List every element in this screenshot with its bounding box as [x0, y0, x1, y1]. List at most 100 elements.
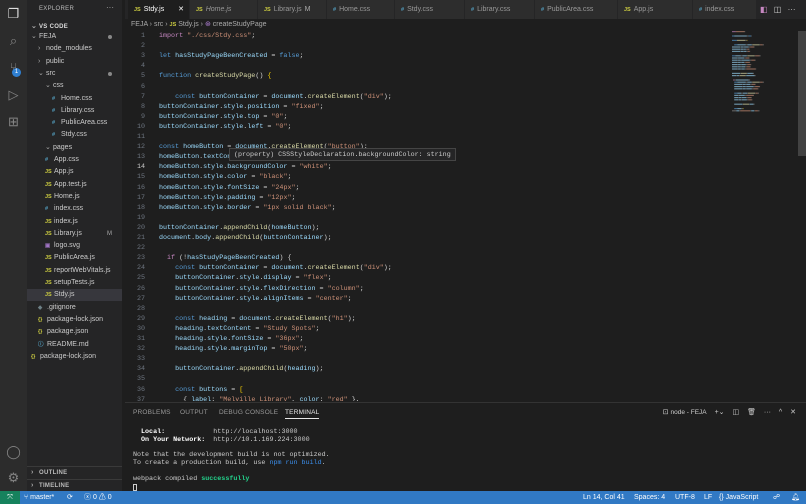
tree-item[interactable]: JSApp.js	[27, 166, 122, 178]
code-line[interactable]: const buttons = [	[159, 385, 243, 395]
code-line[interactable]: const buttonContainer = document.createE…	[159, 263, 392, 273]
code-line[interactable]: heading.style.fontSize = "36px";	[159, 334, 304, 344]
code-line[interactable]: buttonContainer.style.flexDirection = "c…	[159, 284, 364, 294]
new-terminal-icon[interactable]: +⌄	[715, 409, 725, 416]
code-line[interactable]: homeButton.style.backgroundColor = "whit…	[159, 162, 332, 172]
tree-item[interactable]: ⌄src	[27, 68, 122, 80]
tab-home-css[interactable]: #Home.css	[327, 0, 395, 19]
code-line[interactable]: buttonContainer.style.top = "0";	[159, 112, 287, 122]
code-line[interactable]: homeButton.style.border = "1px solid bla…	[159, 203, 336, 213]
tab-library-js[interactable]: JSLibrary.jsM	[258, 0, 327, 19]
close-panel-icon[interactable]: ✕	[790, 409, 796, 416]
tree-item[interactable]: JSPublicArea.js	[27, 252, 122, 264]
split-editor-icon[interactable]: ◫	[774, 5, 782, 14]
code-line[interactable]: if (!hasStudyPageBeenCreated) {	[159, 253, 291, 263]
run-debug-icon[interactable]: ▷	[6, 87, 21, 102]
tab-stdy-css[interactable]: #Stdy.css	[395, 0, 465, 19]
split-terminal-icon[interactable]: ◫	[733, 409, 740, 416]
tree-item[interactable]: JSStdy.js	[27, 289, 122, 301]
remote-icon[interactable]: ⤧	[0, 491, 20, 504]
indentation[interactable]: Spaces: 4	[634, 491, 665, 504]
tree-item[interactable]: #index.css	[27, 203, 122, 215]
tree-item[interactable]: ›public	[27, 56, 122, 68]
crumb-symbol[interactable]: createStudyPage	[213, 21, 267, 28]
more-icon[interactable]: ···	[764, 409, 771, 416]
explorer-icon[interactable]: ❐	[6, 6, 21, 21]
terminal-output[interactable]: Local: http://localhost:3000 On Your Net…	[133, 429, 330, 494]
tree-item[interactable]: #Home.css	[27, 93, 122, 105]
code-line[interactable]: buttonContainer.style.alignItems = "cent…	[159, 294, 352, 304]
tab-home-js[interactable]: JSHome.js	[190, 0, 258, 19]
code-line[interactable]: let hasStudyPageBeenCreated = false;	[159, 51, 304, 61]
notifications-bell-icon[interactable]: 🔔︎	[791, 491, 800, 504]
tab-publicarea-css[interactable]: #PublicArea.css	[535, 0, 618, 19]
tree-item[interactable]: ›node_modules	[27, 43, 122, 55]
sync-icon[interactable]: ⟳	[67, 491, 73, 504]
tree-item[interactable]: JSHome.js	[27, 191, 122, 203]
tree-item[interactable]: #Stdy.css	[27, 129, 122, 141]
account-icon[interactable]: ◯	[6, 444, 21, 459]
tree-item[interactable]: ▣logo.svg	[27, 240, 122, 252]
tree-item[interactable]: ⌄FEJA	[27, 31, 122, 43]
code-line[interactable]: import "./css/Stdy.css";	[159, 31, 255, 41]
code-line[interactable]: buttonContainer.appendChild(homeButton);	[159, 223, 320, 233]
code-line[interactable]: { label: "Melville Library", color: "red…	[159, 395, 360, 401]
tree-item[interactable]: ⌄css	[27, 80, 122, 92]
more-icon[interactable]: ···	[788, 5, 796, 14]
crumb-folder[interactable]: src	[154, 21, 163, 28]
cursor-position[interactable]: Ln 14, Col 41	[583, 491, 625, 504]
tab-library-css[interactable]: #Library.css	[465, 0, 535, 19]
tab-app-js[interactable]: JSApp.js	[618, 0, 693, 19]
code-line[interactable]: buttonContainer.style.position = "fixed"…	[159, 102, 324, 112]
panel-tab-debug-console[interactable]: DEBUG CONSOLE	[219, 409, 278, 416]
code-line[interactable]: function createStudyPage() {	[159, 71, 271, 81]
code-editor[interactable]: 1import "./css/Stdy.css";23let hasStudyP…	[125, 31, 728, 401]
search-icon[interactable]: ⌕	[6, 33, 21, 48]
editor-scrollbar[interactable]	[798, 31, 806, 156]
problems-indicator[interactable]: ⓧ 0 ⚠ 0	[84, 491, 112, 504]
tree-item[interactable]: #App.css	[27, 154, 122, 166]
code-line[interactable]: document.body.appendChild(buttonContaine…	[159, 233, 332, 243]
tree-item[interactable]: JSsetupTests.js	[27, 277, 122, 289]
code-line[interactable]: homeButton.style.padding = "12px";	[159, 193, 296, 203]
encoding[interactable]: UTF-8	[675, 491, 695, 504]
panel-tab-terminal[interactable]: TERMINAL	[285, 409, 319, 419]
tree-item[interactable]: #Library.css	[27, 105, 122, 117]
code-line[interactable]: buttonContainer.style.left = "0";	[159, 122, 291, 132]
crumb-file[interactable]: Stdy.js	[178, 21, 199, 28]
tree-item[interactable]: JSApp.test.js	[27, 179, 122, 191]
feedback-icon[interactable]: ☍	[773, 491, 780, 504]
minimap[interactable]	[730, 31, 780, 121]
code-line[interactable]: heading.textContent = "Study Spots";	[159, 324, 320, 334]
tab-stdy-js[interactable]: JSStdy.js✕	[128, 0, 190, 19]
settings-gear-icon[interactable]: ⚙	[6, 470, 21, 485]
code-line[interactable]: heading.style.marginTop = "50px";	[159, 344, 308, 354]
trash-icon[interactable]: 🗑	[747, 409, 756, 416]
tree-item[interactable]: ◆.gitignore	[27, 302, 122, 314]
tab-index-css[interactable]: #index.css	[693, 0, 757, 19]
terminal-selector[interactable]: node - FEJA	[671, 409, 707, 416]
crumb-root[interactable]: FEJA	[131, 21, 148, 28]
language-mode[interactable]: {} JavaScript	[719, 491, 758, 504]
panel-tab-problems[interactable]: PROBLEMS	[133, 409, 171, 416]
tree-item[interactable]: {}package-lock.json	[27, 351, 122, 363]
eol[interactable]: LF	[704, 491, 712, 504]
branch-indicator[interactable]: ⑂ master*	[24, 491, 54, 504]
more-actions-icon[interactable]: ···	[106, 3, 114, 12]
tree-item[interactable]: JSreportWebVitals.js	[27, 265, 122, 277]
panel-tab-output[interactable]: OUTPUT	[180, 409, 208, 416]
code-line[interactable]: buttonContainer.style.display = "flex";	[159, 273, 332, 283]
tree-item[interactable]: ⓘREADME.md	[27, 339, 122, 351]
extensions-icon[interactable]: ⊞	[6, 114, 21, 129]
tree-item[interactable]: {}package.json	[27, 326, 122, 338]
code-line[interactable]: homeButton.style.fontSize = "24px";	[159, 183, 300, 193]
tree-item[interactable]: {}package-lock.json	[27, 314, 122, 326]
tree-item[interactable]: ⌄pages	[27, 142, 122, 154]
close-tab-icon[interactable]: ✕	[178, 0, 184, 19]
tree-item[interactable]: JSindex.js	[27, 216, 122, 228]
code-line[interactable]: homeButton.style.color = "black";	[159, 172, 291, 182]
code-line[interactable]: buttonContainer.appendChild(heading);	[159, 364, 324, 374]
tree-item[interactable]: JSLibrary.jsM	[27, 228, 122, 240]
section-outline[interactable]: ›OUTLINE	[31, 469, 67, 476]
tree-item[interactable]: #PublicArea.css	[27, 117, 122, 129]
